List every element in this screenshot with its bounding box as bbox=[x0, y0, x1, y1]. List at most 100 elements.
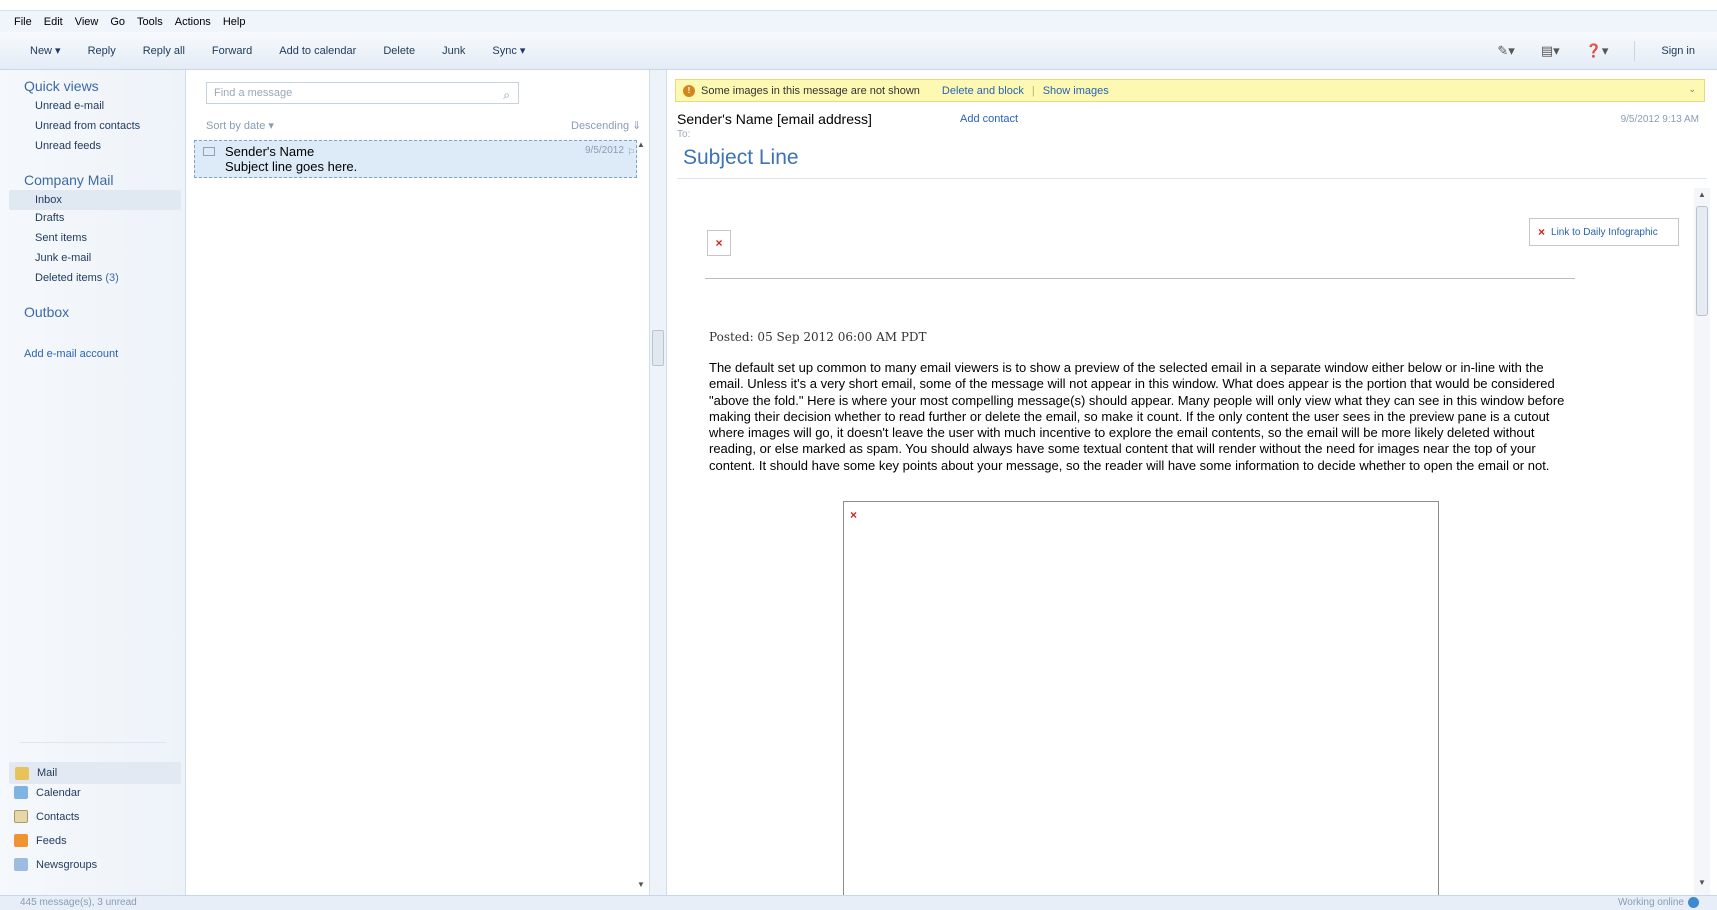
sidebar-item-unread-from-contacts[interactable]: Unread from contacts bbox=[35, 120, 140, 132]
outbox-title[interactable]: Outbox bbox=[24, 304, 69, 320]
scroll-up-icon[interactable]: ▲ bbox=[637, 140, 645, 149]
search-input[interactable]: Find a message ⌕ bbox=[206, 82, 519, 104]
add-to-calendar-button[interactable]: Add to calendar bbox=[279, 45, 356, 57]
email-sender: Sender's Name [email address] bbox=[677, 111, 872, 127]
scroll-down-icon[interactable]: ▼ bbox=[637, 880, 645, 889]
module-newsgroups[interactable]: Newsgroups bbox=[14, 858, 97, 871]
menu-file[interactable]: File bbox=[14, 16, 32, 28]
connection-status: Working online bbox=[1618, 897, 1699, 908]
reading-pane-scrollbar[interactable]: ▲ ▼ bbox=[1694, 188, 1710, 895]
menu-view[interactable]: View bbox=[75, 16, 99, 28]
sort-by-dropdown[interactable]: Sort by date ▾ bbox=[206, 119, 274, 132]
header-divider bbox=[677, 178, 1707, 179]
sidebar-item-label: Deleted items bbox=[35, 272, 103, 284]
broken-image-icon: × bbox=[715, 236, 723, 250]
module-label: Feeds bbox=[36, 834, 67, 847]
sidebar-item-unread-feeds[interactable]: Unread feeds bbox=[35, 140, 101, 152]
quick-views-title[interactable]: Quick views bbox=[24, 78, 99, 94]
sidebar-item-drafts[interactable]: Drafts bbox=[35, 212, 64, 224]
daily-infographic-link[interactable]: × Link to Daily Infographic bbox=[1529, 218, 1679, 246]
message-subject: Subject line goes here. bbox=[225, 159, 358, 174]
flag-icon[interactable]: ⚐ bbox=[627, 147, 635, 158]
infobar-separator: | bbox=[1031, 84, 1035, 97]
message-date: 9/5/2012 bbox=[585, 145, 624, 156]
calendar-icon bbox=[14, 786, 28, 799]
menu-tools[interactable]: Tools bbox=[137, 16, 163, 28]
status-bar: 445 message(s), 3 unread Working online bbox=[0, 895, 1717, 910]
message-list: Find a message ⌕ Sort by date ▾ Descendi… bbox=[187, 70, 649, 895]
menu-edit[interactable]: Edit bbox=[44, 16, 63, 28]
help-icon[interactable]: ❓▾ bbox=[1586, 43, 1609, 59]
email-date: 9/5/2012 9:13 AM bbox=[1620, 114, 1699, 125]
broken-image-icon: × bbox=[1538, 225, 1546, 239]
pane-splitter[interactable] bbox=[649, 70, 667, 895]
module-calendar[interactable]: Calendar bbox=[14, 786, 81, 799]
menu-bar: File Edit View Go Tools Actions Help bbox=[0, 10, 1717, 32]
menu-options-icon[interactable]: ▤▾ bbox=[1541, 43, 1560, 59]
connection-status-label: Working online bbox=[1618, 897, 1684, 908]
email-to-label: To: bbox=[677, 129, 691, 140]
body-paragraph: The default set up common to many email … bbox=[709, 360, 1565, 473]
sort-order-toggle[interactable]: Descending ⇓ bbox=[571, 119, 641, 132]
pen-icon[interactable]: ✎▾ bbox=[1497, 43, 1514, 59]
junk-button[interactable]: Junk bbox=[442, 45, 465, 57]
sidebar-item-inbox[interactable]: Inbox bbox=[9, 190, 181, 210]
globe-icon bbox=[1688, 897, 1699, 908]
email-body: × × Link to Daily Infographic Posted: 05… bbox=[677, 188, 1689, 895]
scroll-up-icon[interactable]: ▲ bbox=[1698, 190, 1706, 199]
sidebar-item-unread-email[interactable]: Unread e-mail bbox=[35, 100, 104, 112]
sidebar-item-sent-items[interactable]: Sent items bbox=[35, 232, 87, 244]
sidebar-item-deleted-items[interactable]: Deleted items (3) bbox=[35, 272, 119, 284]
module-label: Calendar bbox=[36, 786, 81, 799]
feeds-icon bbox=[14, 834, 28, 847]
email-subject: Subject Line bbox=[683, 146, 799, 169]
contacts-icon bbox=[14, 810, 28, 823]
reply-all-button[interactable]: Reply all bbox=[143, 45, 185, 57]
menu-help[interactable]: Help bbox=[223, 16, 246, 28]
search-icon[interactable]: ⌕ bbox=[503, 85, 510, 105]
splitter-grip-icon[interactable] bbox=[652, 330, 664, 366]
body-divider bbox=[705, 278, 1575, 279]
list-item[interactable]: Sender's Name Subject line goes here. 9/… bbox=[194, 140, 637, 178]
message-sender: Sender's Name bbox=[225, 144, 315, 159]
posted-date: Posted: 05 Sep 2012 06:00 AM PDT bbox=[709, 330, 927, 344]
module-contacts[interactable]: Contacts bbox=[14, 810, 79, 823]
menu-go[interactable]: Go bbox=[110, 16, 125, 28]
add-email-account-link[interactable]: Add e-mail account bbox=[24, 348, 118, 360]
unread-count: (3) bbox=[105, 272, 119, 284]
module-mail[interactable]: Mail bbox=[9, 762, 181, 784]
new-button[interactable]: New ▾ bbox=[30, 44, 61, 57]
module-label: Contacts bbox=[36, 810, 80, 823]
toolbar: New ▾ Reply Reply all Forward Add to cal… bbox=[0, 32, 1717, 70]
sync-button[interactable]: Sync ▾ bbox=[492, 44, 525, 57]
forward-button[interactable]: Forward bbox=[212, 45, 252, 57]
delete-button[interactable]: Delete bbox=[383, 45, 415, 57]
show-images-link[interactable]: Show images bbox=[1043, 85, 1109, 97]
add-contact-link[interactable]: Add contact bbox=[960, 113, 1018, 125]
scroll-down-icon[interactable]: ▼ bbox=[1698, 878, 1706, 887]
infobar-text: Some images in this message are not show… bbox=[701, 84, 920, 97]
shield-icon: ! bbox=[683, 84, 695, 97]
sidebar: Quick views Unread e-mail Unread from co… bbox=[0, 70, 186, 895]
daily-infographic-label: Link to Daily Infographic bbox=[1551, 226, 1658, 238]
broken-image-placeholder: × bbox=[707, 230, 731, 256]
search-placeholder: Find a message bbox=[214, 87, 293, 99]
delete-and-block-link[interactable]: Delete and block bbox=[942, 85, 1024, 97]
mail-icon bbox=[15, 766, 29, 780]
scrollbar-thumb[interactable] bbox=[1696, 206, 1708, 316]
toolbar-separator bbox=[1634, 41, 1636, 61]
broken-image-placeholder-large: × bbox=[843, 501, 1439, 895]
module-feeds[interactable]: Feeds bbox=[14, 834, 67, 847]
blocked-images-infobar: ! Some images in this message are not sh… bbox=[675, 79, 1705, 102]
toolbar-right: ✎▾ ▤▾ ❓▾ Sign in bbox=[1497, 32, 1695, 70]
envelope-icon bbox=[203, 147, 215, 156]
module-label: Mail bbox=[37, 767, 58, 779]
chevron-down-icon[interactable]: ⌄ bbox=[1688, 84, 1696, 95]
newsgroups-icon bbox=[14, 858, 28, 871]
reply-button[interactable]: Reply bbox=[88, 45, 116, 57]
company-mail-title[interactable]: Company Mail bbox=[24, 172, 113, 188]
sidebar-item-junk-email[interactable]: Junk e-mail bbox=[35, 252, 91, 264]
menu-actions[interactable]: Actions bbox=[175, 16, 211, 28]
module-label: Newsgroups bbox=[36, 858, 98, 871]
sign-in-button[interactable]: Sign in bbox=[1661, 45, 1695, 57]
